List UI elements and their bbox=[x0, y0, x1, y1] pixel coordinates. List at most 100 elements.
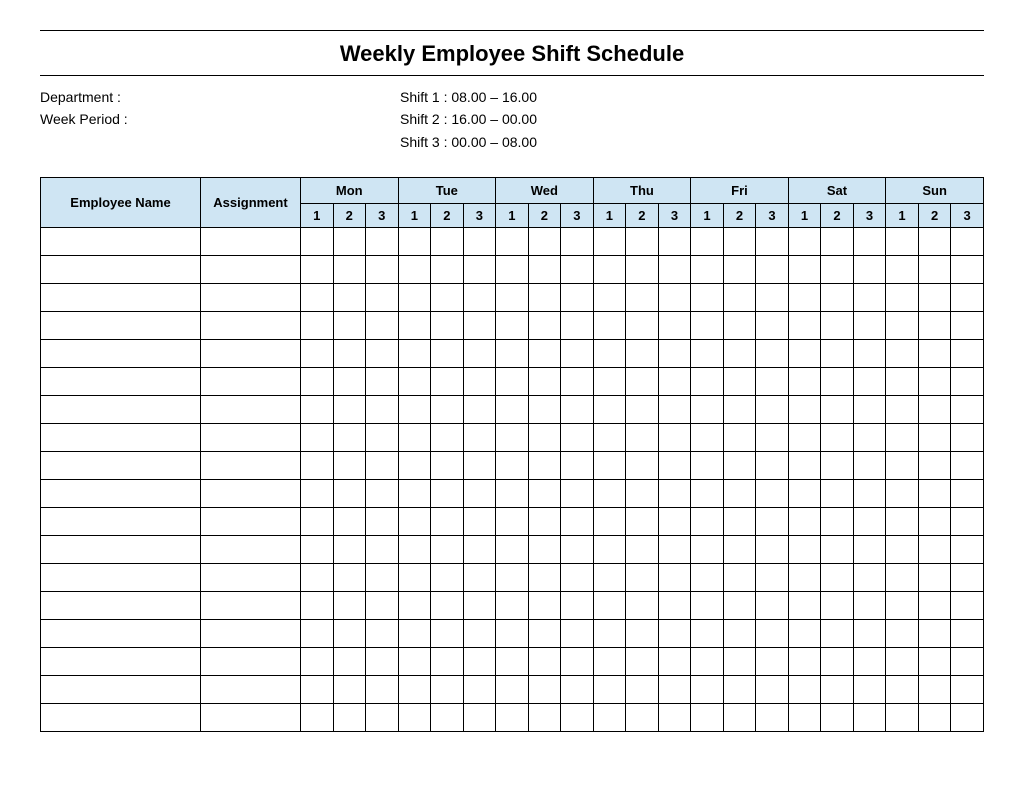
cell-shift bbox=[626, 340, 659, 368]
table-row bbox=[41, 228, 984, 256]
cell-shift bbox=[528, 368, 561, 396]
cell-shift bbox=[658, 228, 691, 256]
cell-shift bbox=[366, 592, 399, 620]
cell-shift bbox=[496, 368, 529, 396]
cell-shift bbox=[626, 312, 659, 340]
cell-shift bbox=[496, 648, 529, 676]
cell-shift bbox=[756, 424, 789, 452]
cell-shift bbox=[528, 676, 561, 704]
cell-shift bbox=[626, 368, 659, 396]
cell-shift bbox=[593, 228, 626, 256]
cell-shift bbox=[301, 676, 334, 704]
cell-shift bbox=[528, 536, 561, 564]
cell-shift bbox=[366, 536, 399, 564]
table-row bbox=[41, 620, 984, 648]
cell-shift bbox=[626, 536, 659, 564]
cell-shift bbox=[853, 340, 886, 368]
cell-shift bbox=[301, 536, 334, 564]
cell-shift bbox=[756, 648, 789, 676]
cell-shift bbox=[301, 480, 334, 508]
cell-shift bbox=[431, 256, 464, 284]
cell-shift bbox=[853, 368, 886, 396]
cell-shift bbox=[756, 508, 789, 536]
cell-shift bbox=[756, 704, 789, 732]
cell-shift bbox=[853, 536, 886, 564]
cell-shift bbox=[756, 592, 789, 620]
cell-shift bbox=[496, 676, 529, 704]
col-shift: 1 bbox=[398, 204, 431, 228]
cell-shift bbox=[658, 592, 691, 620]
cell-shift bbox=[496, 312, 529, 340]
cell-shift bbox=[658, 620, 691, 648]
cell-shift bbox=[951, 256, 984, 284]
cell-assignment bbox=[201, 452, 301, 480]
cell-shift bbox=[431, 480, 464, 508]
col-day-mon: Mon bbox=[301, 178, 399, 204]
cell-shift bbox=[788, 284, 821, 312]
cell-shift bbox=[788, 228, 821, 256]
cell-shift bbox=[366, 704, 399, 732]
cell-shift bbox=[951, 480, 984, 508]
cell-assignment bbox=[201, 676, 301, 704]
cell-shift bbox=[658, 564, 691, 592]
cell-shift bbox=[463, 284, 496, 312]
cell-shift bbox=[691, 480, 724, 508]
cell-shift bbox=[431, 312, 464, 340]
cell-shift bbox=[301, 620, 334, 648]
cell-shift bbox=[528, 452, 561, 480]
cell-shift bbox=[333, 424, 366, 452]
cell-shift bbox=[366, 648, 399, 676]
cell-shift bbox=[366, 396, 399, 424]
cell-shift bbox=[496, 620, 529, 648]
col-shift: 2 bbox=[333, 204, 366, 228]
cell-shift bbox=[496, 536, 529, 564]
cell-shift bbox=[853, 396, 886, 424]
table-row bbox=[41, 536, 984, 564]
cell-shift bbox=[691, 592, 724, 620]
cell-shift bbox=[853, 592, 886, 620]
cell-employee-name bbox=[41, 536, 201, 564]
cell-shift bbox=[788, 312, 821, 340]
cell-assignment bbox=[201, 564, 301, 592]
cell-shift bbox=[821, 228, 854, 256]
cell-shift bbox=[561, 256, 594, 284]
cell-shift bbox=[756, 676, 789, 704]
cell-shift bbox=[333, 284, 366, 312]
cell-shift bbox=[723, 424, 756, 452]
cell-shift bbox=[853, 480, 886, 508]
cell-employee-name bbox=[41, 340, 201, 368]
cell-shift bbox=[528, 704, 561, 732]
cell-shift bbox=[853, 312, 886, 340]
cell-shift bbox=[561, 452, 594, 480]
cell-shift bbox=[301, 396, 334, 424]
cell-shift bbox=[756, 396, 789, 424]
cell-employee-name bbox=[41, 312, 201, 340]
table-row bbox=[41, 564, 984, 592]
cell-shift bbox=[691, 256, 724, 284]
cell-shift bbox=[723, 312, 756, 340]
cell-shift bbox=[788, 704, 821, 732]
cell-shift bbox=[821, 704, 854, 732]
cell-shift bbox=[431, 648, 464, 676]
cell-shift bbox=[756, 340, 789, 368]
cell-shift bbox=[821, 312, 854, 340]
cell-shift bbox=[398, 256, 431, 284]
cell-shift bbox=[723, 592, 756, 620]
cell-shift bbox=[788, 536, 821, 564]
col-shift: 3 bbox=[463, 204, 496, 228]
cell-shift bbox=[918, 284, 951, 312]
cell-shift bbox=[528, 564, 561, 592]
cell-shift bbox=[821, 368, 854, 396]
cell-shift bbox=[723, 620, 756, 648]
cell-shift bbox=[951, 676, 984, 704]
cell-shift bbox=[593, 452, 626, 480]
cell-shift bbox=[853, 648, 886, 676]
cell-shift bbox=[626, 676, 659, 704]
cell-shift bbox=[886, 592, 919, 620]
cell-shift bbox=[853, 256, 886, 284]
cell-shift bbox=[301, 228, 334, 256]
cell-shift bbox=[463, 564, 496, 592]
cell-shift bbox=[626, 256, 659, 284]
cell-shift bbox=[951, 592, 984, 620]
cell-shift bbox=[951, 508, 984, 536]
